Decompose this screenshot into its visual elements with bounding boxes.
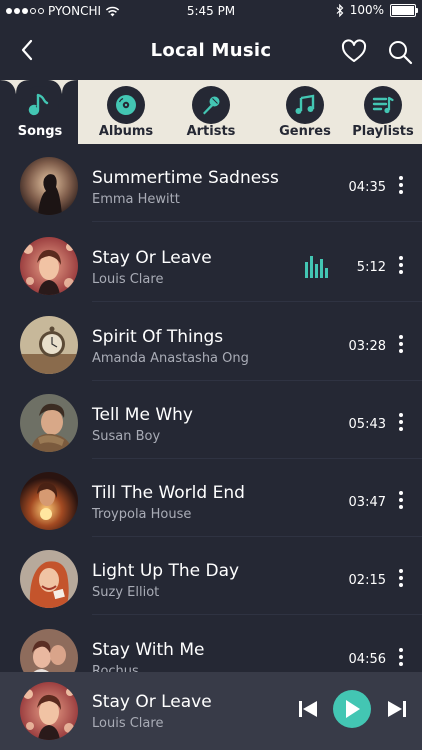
tab-songs[interactable]: Songs	[0, 80, 80, 144]
next-track-icon[interactable]	[385, 697, 409, 721]
song-duration: 05:43	[348, 417, 386, 432]
tab-artists[interactable]: Artists	[171, 80, 251, 144]
row-divider	[92, 301, 422, 302]
tab-playlists[interactable]: Playlists	[343, 80, 422, 144]
now-playing-bar[interactable]: Stay Or Leave Louis Clare	[0, 672, 422, 750]
song-artist: Rochus	[92, 664, 139, 672]
equalizer-icon	[305, 256, 328, 278]
music-note-icon	[28, 93, 49, 116]
song-duration: 02:15	[348, 573, 386, 588]
tab-icon-wrap	[364, 86, 402, 124]
tab-icon-wrap	[192, 86, 230, 124]
song-title: Spirit Of Things	[92, 327, 224, 347]
album-art	[20, 472, 78, 530]
tab-label: Songs	[17, 124, 63, 139]
tab-albums[interactable]: Albums	[86, 80, 166, 144]
song-title: Stay Or Leave	[92, 248, 212, 268]
album-art	[20, 157, 78, 215]
tab-icon-wrap	[286, 86, 324, 124]
song-row[interactable]: Stay With Me Rochus 04:56	[0, 616, 422, 672]
playlist-icon	[372, 96, 394, 114]
bluetooth-icon	[336, 3, 344, 17]
now-playing-album-art	[20, 682, 78, 740]
now-playing-title: Stay Or Leave	[92, 692, 212, 712]
battery-percent: 100%	[349, 3, 384, 17]
more-options-icon[interactable]	[398, 256, 404, 276]
category-tabs: Songs Albums Artists Genres Playlists	[0, 80, 422, 144]
now-playing-artist: Louis Clare	[92, 716, 164, 731]
song-artist: Louis Clare	[92, 272, 164, 287]
song-title: Tell Me Why	[92, 405, 193, 425]
song-title: Light Up The Day	[92, 561, 240, 581]
play-button[interactable]	[333, 690, 371, 728]
album-art	[20, 629, 78, 672]
battery-icon	[390, 3, 418, 17]
song-duration: 04:35	[348, 180, 386, 195]
song-list: Summertime Sadness Emma Hewitt 04:35 Sta…	[0, 144, 422, 672]
song-row[interactable]: Stay Or Leave Louis Clare 5:12	[0, 224, 422, 302]
tab-label: Playlists	[352, 124, 414, 139]
song-row[interactable]: Spirit Of Things Amanda Anastasha Ong 03…	[0, 303, 422, 381]
album-art	[20, 316, 78, 374]
song-artist: Suzy Elliot	[92, 585, 160, 600]
tab-label: Albums	[98, 124, 154, 139]
previous-track-icon[interactable]	[296, 697, 320, 721]
microphone-icon	[203, 96, 220, 115]
song-row[interactable]: Light Up The Day Suzy Elliot 02:15	[0, 537, 422, 615]
song-artist: Amanda Anastasha Ong	[92, 351, 249, 366]
tab-label: Artists	[186, 124, 236, 139]
more-options-icon[interactable]	[398, 648, 404, 668]
row-divider	[92, 221, 422, 222]
song-row[interactable]: Till The World End Troypola House 03:47	[0, 459, 422, 537]
song-title: Summertime Sadness	[92, 168, 279, 188]
status-bar: PYONCHI 5:45 PM 100%	[0, 0, 422, 22]
song-title: Stay With Me	[92, 640, 205, 660]
row-divider	[92, 614, 422, 615]
more-options-icon[interactable]	[398, 176, 404, 196]
song-duration: 03:47	[348, 495, 386, 510]
more-options-icon[interactable]	[398, 413, 404, 433]
song-artist: Susan Boy	[92, 429, 161, 444]
heart-icon[interactable]	[340, 38, 368, 64]
song-duration: 5:12	[356, 260, 386, 275]
tab-icon-wrap	[21, 86, 59, 124]
song-duration: 03:28	[348, 339, 386, 354]
more-options-icon[interactable]	[398, 335, 404, 355]
song-artist: Troypola House	[92, 507, 192, 522]
vinyl-disc-icon	[116, 95, 136, 115]
more-options-icon[interactable]	[398, 569, 404, 589]
song-title: Till The World End	[92, 483, 245, 503]
song-artist: Emma Hewitt	[92, 192, 180, 207]
album-art	[20, 550, 78, 608]
more-options-icon[interactable]	[398, 491, 404, 511]
header: Local Music	[0, 22, 422, 80]
song-row[interactable]: Summertime Sadness Emma Hewitt 04:35	[0, 144, 422, 222]
double-music-note-icon	[295, 94, 315, 114]
tab-genres[interactable]: Genres	[265, 80, 345, 144]
song-row[interactable]: Tell Me Why Susan Boy 05:43	[0, 381, 422, 459]
song-duration: 04:56	[348, 652, 386, 667]
play-icon	[346, 700, 360, 718]
search-icon[interactable]	[386, 38, 414, 66]
album-art	[20, 394, 78, 452]
album-art	[20, 237, 78, 295]
tab-icon-wrap	[107, 86, 145, 124]
